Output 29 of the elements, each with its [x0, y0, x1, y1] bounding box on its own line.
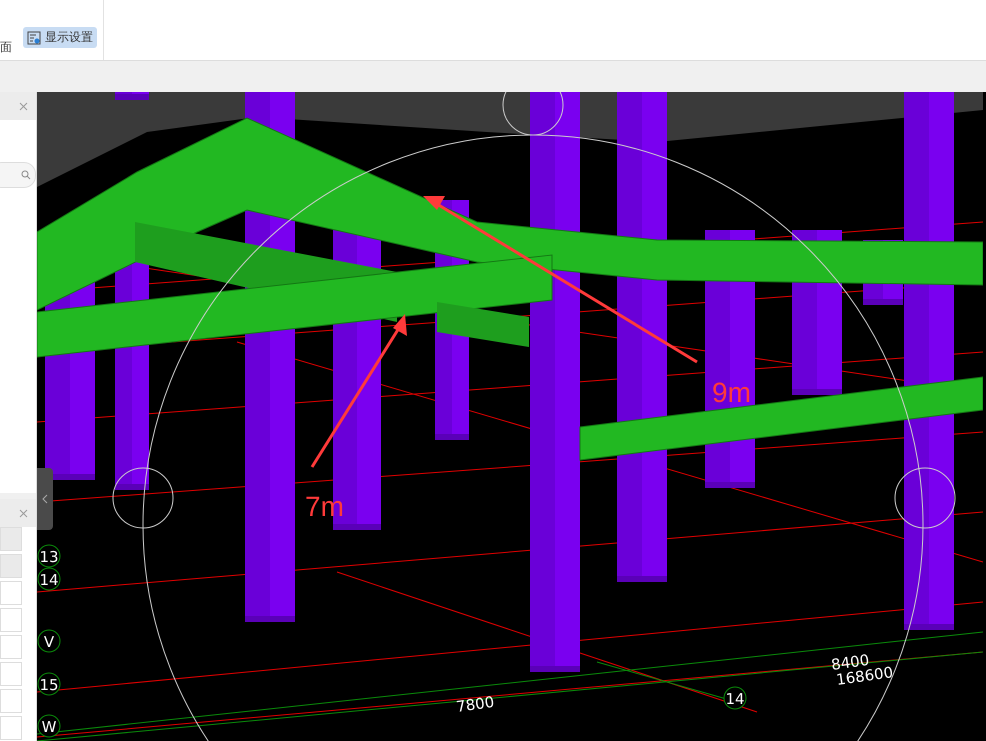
axis-bubble: 13	[38, 544, 60, 568]
settings-list-icon	[27, 30, 41, 44]
dimension-annotation: 9m	[712, 377, 751, 408]
axis-bubble: 14	[724, 686, 746, 710]
display-settings-button[interactable]: 显示设置	[23, 27, 97, 48]
input-field[interactable]	[0, 608, 22, 632]
search-icon	[21, 170, 31, 180]
input-field[interactable]	[0, 716, 22, 740]
input-field[interactable]	[0, 689, 22, 713]
input-field[interactable]	[0, 662, 22, 686]
column	[115, 92, 149, 100]
close-icon	[19, 509, 28, 518]
list-row[interactable]	[0, 527, 22, 551]
orbit-handle[interactable]	[894, 468, 956, 528]
list-row[interactable]	[0, 554, 22, 578]
axis-bubble: W	[38, 714, 60, 738]
orbit-handle[interactable]	[112, 468, 174, 528]
orbit-handle[interactable]	[502, 92, 564, 136]
input-field[interactable]	[0, 635, 22, 659]
axis-bubble: 14	[38, 568, 60, 590]
dimension-label: 7800	[455, 692, 496, 716]
close-icon	[19, 102, 28, 111]
chevron-left-icon	[42, 494, 48, 504]
input-field[interactable]	[0, 581, 22, 605]
axis-bubble: V	[38, 630, 60, 652]
toolbar-label: 面	[0, 39, 12, 56]
collapse-handle[interactable]	[37, 468, 53, 530]
axis-bubble: 15	[38, 672, 60, 696]
search-field[interactable]	[0, 162, 36, 188]
